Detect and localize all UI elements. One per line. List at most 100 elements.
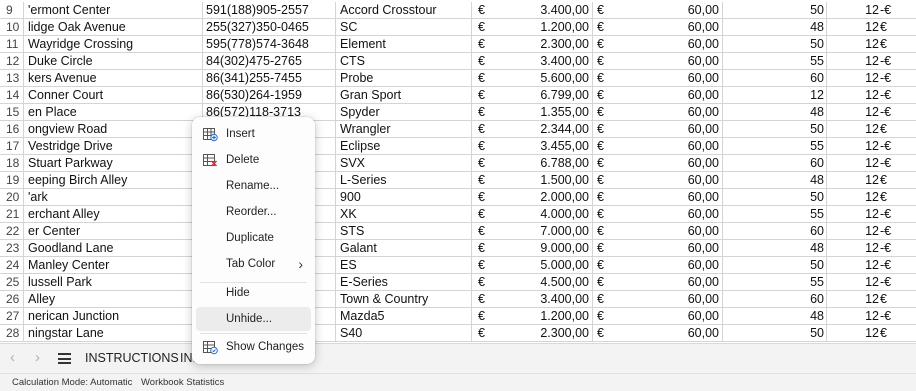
menu-item-delete[interactable]: Delete [196, 148, 311, 172]
amount-cell[interactable]: 12 € [827, 189, 916, 206]
menu-item-insert[interactable]: Insert [196, 122, 311, 146]
phone-cell[interactable]: 595(778)574-3648 [203, 36, 336, 53]
address-cell[interactable]: lussell Park [24, 274, 203, 291]
address-cell[interactable]: eeping Birch Alley [24, 172, 203, 189]
row-number[interactable]: 9 [0, 2, 24, 19]
fee-cell[interactable]: €60,00 [593, 53, 723, 70]
model-cell[interactable]: Gran Sport [336, 87, 472, 104]
model-cell[interactable]: Wrangler [336, 121, 472, 138]
amount-cell[interactable]: 12 -€ [827, 2, 916, 19]
menu-item-reorder[interactable]: Reorder... [196, 200, 311, 224]
price-cell[interactable]: €6.788,00 [472, 155, 593, 172]
address-cell[interactable]: ongview Road [24, 121, 203, 138]
amount-cell[interactable]: 12 € [827, 121, 916, 138]
fee-cell[interactable]: €60,00 [593, 189, 723, 206]
menu-item-unhide[interactable]: Unhide... [196, 307, 311, 331]
price-cell[interactable]: €3.455,00 [472, 138, 593, 155]
fee-cell[interactable]: €60,00 [593, 2, 723, 19]
phone-cell[interactable]: 86(341)255-7455 [203, 70, 336, 87]
quantity-cell[interactable]: 48 [723, 308, 827, 325]
price-cell[interactable]: €7.000,00 [472, 223, 593, 240]
row-number[interactable]: 19 [0, 172, 24, 189]
fee-cell[interactable]: €60,00 [593, 121, 723, 138]
address-cell[interactable]: erchant Alley [24, 206, 203, 223]
address-cell[interactable]: Wayridge Crossing [24, 36, 203, 53]
address-cell[interactable]: Manley Center [24, 257, 203, 274]
all-sheets-menu-icon[interactable] [58, 353, 71, 364]
amount-cell[interactable]: 12 -€ [827, 155, 916, 172]
price-cell[interactable]: €3.400,00 [472, 2, 593, 19]
workbook-statistics-button[interactable]: Workbook Statistics [141, 377, 224, 388]
fee-cell[interactable]: €60,00 [593, 104, 723, 121]
quantity-cell[interactable]: 55 [723, 138, 827, 155]
amount-cell[interactable]: 12 -€ [827, 206, 916, 223]
quantity-cell[interactable]: 50 [723, 257, 827, 274]
address-cell[interactable]: Duke Circle [24, 53, 203, 70]
quantity-cell[interactable]: 55 [723, 206, 827, 223]
quantity-cell[interactable]: 60 [723, 70, 827, 87]
amount-cell[interactable]: 12 -€ [827, 138, 916, 155]
model-cell[interactable]: Accord Crosstour [336, 2, 472, 19]
row-number[interactable]: 16 [0, 121, 24, 138]
row-number[interactable]: 18 [0, 155, 24, 172]
row-number[interactable]: 15 [0, 104, 24, 121]
fee-cell[interactable]: €60,00 [593, 274, 723, 291]
model-cell[interactable]: Town & Country [336, 291, 472, 308]
fee-cell[interactable]: €60,00 [593, 70, 723, 87]
amount-cell[interactable]: 12 -€ [827, 257, 916, 274]
price-cell[interactable]: €5.600,00 [472, 70, 593, 87]
amount-cell[interactable]: 12 € [827, 36, 916, 53]
price-cell[interactable]: €2.300,00 [472, 36, 593, 53]
fee-cell[interactable]: €60,00 [593, 87, 723, 104]
price-cell[interactable]: €6.799,00 [472, 87, 593, 104]
price-cell[interactable]: €1.200,00 [472, 19, 593, 36]
menu-item-hide[interactable]: Hide [196, 281, 311, 305]
model-cell[interactable]: E-Series [336, 274, 472, 291]
phone-cell[interactable]: 591(188)905-2557 [203, 2, 336, 19]
quantity-cell[interactable]: 48 [723, 104, 827, 121]
model-cell[interactable]: STS [336, 223, 472, 240]
price-cell[interactable]: €1.200,00 [472, 308, 593, 325]
model-cell[interactable]: Eclipse [336, 138, 472, 155]
price-cell[interactable]: €2.300,00 [472, 325, 593, 342]
sheet-tab-instructions[interactable]: INSTRUCTIONS [85, 344, 179, 373]
row-number[interactable]: 26 [0, 291, 24, 308]
fee-cell[interactable]: €60,00 [593, 325, 723, 342]
model-cell[interactable]: Mazda5 [336, 308, 472, 325]
price-cell[interactable]: €3.400,00 [472, 53, 593, 70]
model-cell[interactable]: S40 [336, 325, 472, 342]
fee-cell[interactable]: €60,00 [593, 291, 723, 308]
row-number[interactable]: 12 [0, 53, 24, 70]
model-cell[interactable]: L-Series [336, 172, 472, 189]
quantity-cell[interactable]: 55 [723, 53, 827, 70]
quantity-cell[interactable]: 50 [723, 189, 827, 206]
address-cell[interactable]: kers Avenue [24, 70, 203, 87]
quantity-cell[interactable]: 60 [723, 291, 827, 308]
address-cell[interactable]: ningstar Lane [24, 325, 203, 342]
price-cell[interactable]: €2.000,00 [472, 189, 593, 206]
address-cell[interactable]: en Place [24, 104, 203, 121]
phone-cell[interactable]: 255(327)350-0465 [203, 19, 336, 36]
model-cell[interactable]: CTS [336, 53, 472, 70]
row-number[interactable]: 25 [0, 274, 24, 291]
quantity-cell[interactable]: 50 [723, 325, 827, 342]
fee-cell[interactable]: €60,00 [593, 36, 723, 53]
fee-cell[interactable]: €60,00 [593, 223, 723, 240]
address-cell[interactable]: er Center [24, 223, 203, 240]
address-cell[interactable]: Alley [24, 291, 203, 308]
spreadsheet-grid[interactable]: 9'ermont Center 591(188)905-2557 Accord Cr… [0, 0, 916, 343]
menu-item-duplicate[interactable]: Duplicate [196, 226, 311, 250]
price-cell[interactable]: €4.500,00 [472, 274, 593, 291]
row-number[interactable]: 14 [0, 87, 24, 104]
fee-cell[interactable]: €60,00 [593, 257, 723, 274]
price-cell[interactable]: €3.400,00 [472, 291, 593, 308]
row-number[interactable]: 20 [0, 189, 24, 206]
amount-cell[interactable]: 12 -€ [827, 308, 916, 325]
calculation-mode-status[interactable]: Calculation Mode: Automatic [12, 377, 132, 388]
model-cell[interactable]: SC [336, 19, 472, 36]
row-number[interactable]: 13 [0, 70, 24, 87]
model-cell[interactable]: Galant [336, 240, 472, 257]
row-number[interactable]: 24 [0, 257, 24, 274]
amount-cell[interactable]: 12 € [827, 19, 916, 36]
address-cell[interactable]: Stuart Parkway [24, 155, 203, 172]
